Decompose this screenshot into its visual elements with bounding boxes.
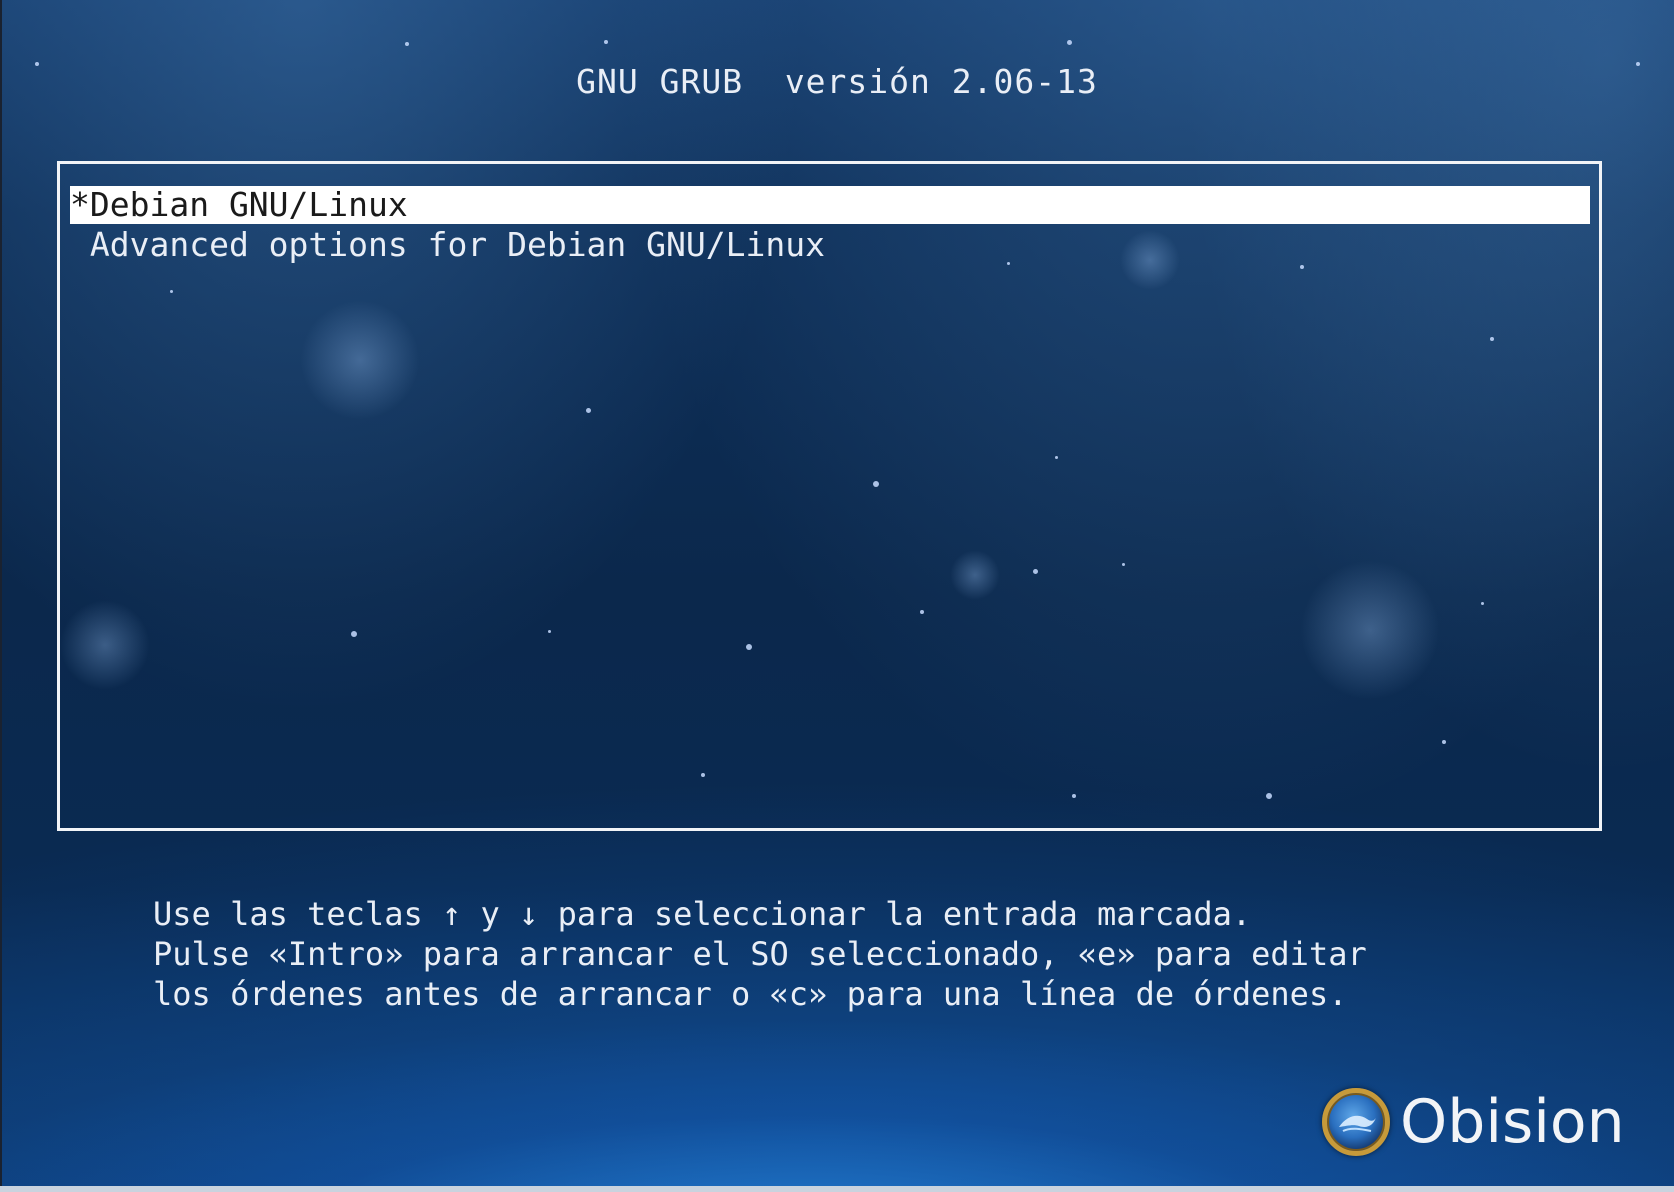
grub-screen: GNU GRUB versión 2.06-13 *Debian GNU/Lin… <box>0 0 1674 1186</box>
help-line-2: Pulse «Intro» para arrancar el SO selecc… <box>153 935 1367 973</box>
boot-menu: *Debian GNU/Linux Advanced options for D… <box>57 161 1602 831</box>
help-line-1: Use las teclas ↑ y ↓ para seleccionar la… <box>153 895 1252 933</box>
help-text: Use las teclas ↑ y ↓ para seleccionar la… <box>153 894 1367 1014</box>
boot-entry-debian[interactable]: *Debian GNU/Linux <box>70 186 1590 224</box>
obision-logo-icon <box>1322 1088 1390 1156</box>
bottom-strip <box>0 1186 1674 1192</box>
obision-logo-text: Obision <box>1400 1087 1625 1157</box>
boot-entry-advanced-options[interactable]: Advanced options for Debian GNU/Linux <box>70 226 1590 264</box>
grub-version-title: GNU GRUB versión 2.06-13 <box>576 62 1098 101</box>
screen-edge <box>0 0 2 1186</box>
obision-logo: Obision <box>1322 1085 1625 1159</box>
help-line-3: los órdenes antes de arrancar o «c» para… <box>153 975 1348 1013</box>
